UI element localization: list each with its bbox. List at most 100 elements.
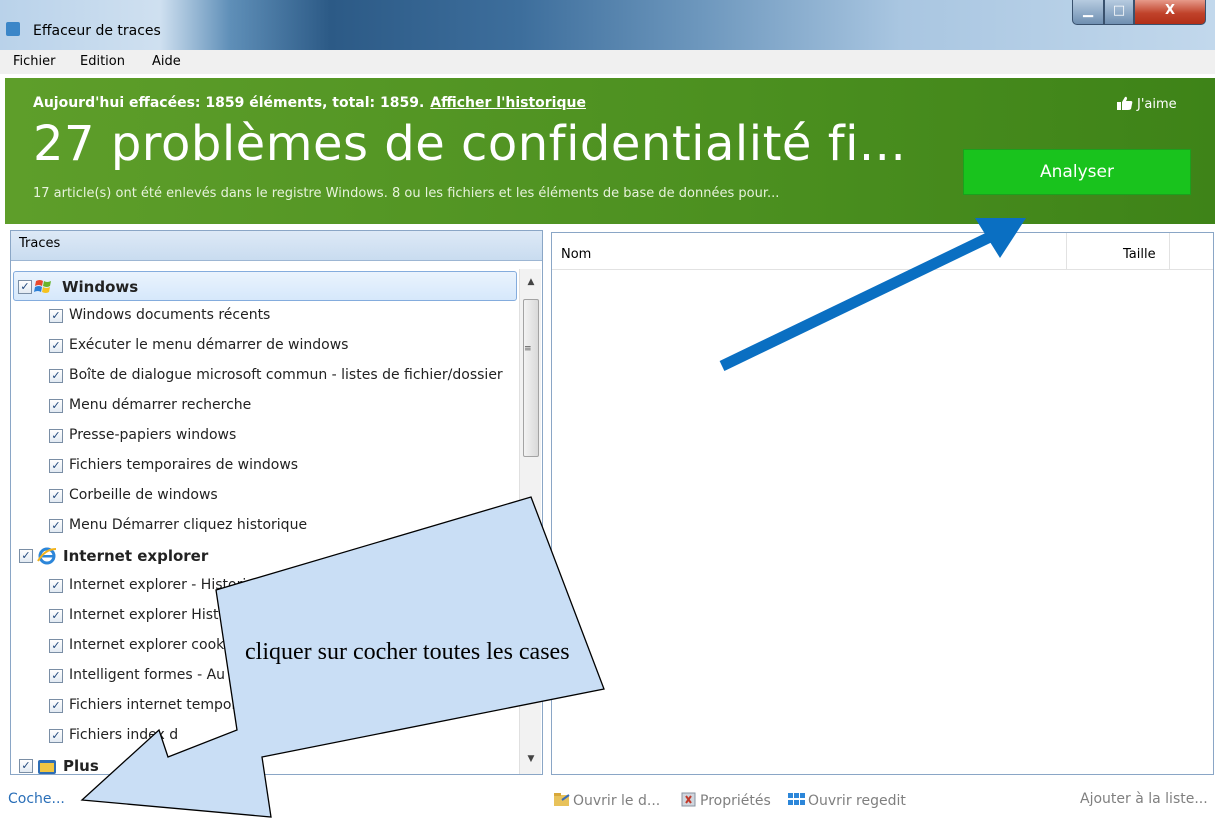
tree-item[interactable]: ✓ Fichiers temporaires de windows [11, 451, 519, 481]
menu-aide[interactable]: Aide [152, 54, 181, 69]
checkbox-checked[interactable]: ✓ [49, 519, 63, 533]
tree-item[interactable]: ✓ Menu Démarrer cliquez historique [11, 511, 519, 541]
traces-tree[interactable]: ✓ Windows ✓ Windows documents récents ✓ Ex… [11, 269, 519, 774]
check-all-link[interactable]: Coche... [8, 791, 65, 807]
tree-item-label: Presse-papiers windows [69, 427, 237, 443]
tree-group-label: Internet explorer [63, 547, 209, 565]
open-regedit-button[interactable]: Ouvrir regedit [788, 791, 906, 809]
status-banner: Aujourd'hui effacées: 1859 éléments, tot… [5, 78, 1215, 224]
tree-group-plus[interactable]: ✓ Plus [11, 751, 519, 774]
checkbox-checked[interactable]: ✓ [19, 549, 33, 563]
tree-group-internet-explorer[interactable]: ✓ Internet explorer [11, 541, 519, 571]
tree-item[interactable]: ✓ Exécuter le menu démarrer de windows [11, 331, 519, 361]
internet-explorer-icon [37, 547, 57, 565]
tree-item[interactable]: ✓ Boîte de dialogue microsoft commun - li… [11, 361, 519, 391]
tree-item[interactable]: ✓ Presse-papiers windows [11, 421, 519, 451]
scroll-thumb[interactable] [523, 299, 539, 457]
close-button[interactable]: X [1134, 0, 1206, 25]
callout-text: cliquer sur cocher toutes les cases [245, 639, 570, 665]
like-button[interactable]: J'aime [1117, 96, 1177, 112]
open-folder-button[interactable]: Ouvrir le d... [553, 791, 660, 809]
open-folder-icon [554, 793, 570, 806]
scroll-up-icon[interactable]: ▲ [524, 277, 538, 289]
tree-group-label: Windows [62, 278, 139, 296]
traces-panel: Traces ✓ Windows ✓ Windows documents réce… [10, 230, 543, 775]
open-folder-label: Ouvrir le d... [573, 793, 661, 809]
tree-item-label: Fichiers internet tempor [69, 697, 238, 713]
app-icon [6, 22, 20, 36]
maximize-button[interactable]: □ [1104, 0, 1134, 25]
results-panel: Nom Taille [551, 232, 1214, 775]
results-column-header: Nom Taille [552, 233, 1213, 270]
tree-item-label: Intelligent formes - Au [69, 667, 226, 683]
tree-item-label: Internet explorer cookies [69, 637, 245, 653]
checkbox-checked[interactable]: ✓ [49, 639, 63, 653]
tree-item[interactable]: ✓ Internet explorer - Historique d'URL [11, 571, 519, 601]
properties-icon [681, 792, 696, 807]
banner-subtext: 17 article(s) ont été enlevés dans le re… [33, 186, 780, 201]
title-bar: Effaceur de traces ▁ □ X [0, 0, 1215, 50]
open-regedit-label: Ouvrir regedit [808, 793, 906, 809]
column-divider[interactable] [1066, 233, 1067, 270]
checkbox-checked[interactable]: ✓ [49, 429, 63, 443]
checkbox-checked[interactable]: ✓ [49, 669, 63, 683]
bottom-toolbar: Coche... Cochez par Ouvrir le d... Propr… [0, 780, 1215, 827]
menu-edition[interactable]: Edition [80, 54, 125, 69]
tree-item-label: Windows documents récents [69, 307, 271, 323]
app-window: Effaceur de traces ▁ □ X Fichier Edition… [0, 0, 1215, 827]
column-taille[interactable]: Taille [1123, 247, 1156, 262]
checkbox-checked[interactable]: ✓ [49, 609, 63, 623]
checkbox-checked[interactable]: ✓ [49, 369, 63, 383]
column-divider[interactable] [1169, 233, 1170, 270]
banner-headline: 27 problèmes de confidentialité fi... [33, 116, 907, 172]
check-by-link[interactable]: Cochez par [181, 791, 260, 807]
properties-label: Propriétés [700, 793, 771, 809]
scroll-down-icon[interactable]: ▼ [524, 754, 538, 766]
checkbox-checked[interactable]: ✓ [49, 489, 63, 503]
window-title: Effaceur de traces [33, 23, 161, 39]
tree-item[interactable]: ✓ Corbeille de windows [11, 481, 519, 511]
folder-icon [38, 760, 56, 774]
tree-item[interactable]: ✓ Internet explorer Historique [11, 601, 519, 631]
tree-item-label: Fichiers temporaires de windows [69, 457, 299, 473]
checkbox-checked[interactable]: ✓ [49, 339, 63, 353]
menu-bar: Fichier Edition Aide [0, 50, 1215, 74]
checkbox-checked[interactable]: ✓ [49, 729, 63, 743]
minimize-button[interactable]: ▁ [1072, 0, 1104, 25]
tree-item-label: Boîte de dialogue microsoft commun - lis… [69, 367, 503, 383]
checkbox-checked[interactable]: ✓ [49, 579, 63, 593]
add-to-list-link[interactable]: Ajouter à la liste... [1080, 791, 1208, 807]
checkbox-checked[interactable]: ✓ [49, 459, 63, 473]
tree-item-label: Internet explorer Historique [69, 607, 264, 623]
checkbox-checked[interactable]: ✓ [19, 759, 33, 773]
tree-item[interactable]: ✓ Fichiers index d [11, 721, 519, 751]
traces-header: Traces [11, 231, 542, 261]
tree-item-label: Fichiers index d [69, 727, 179, 743]
tree-item[interactable]: ✓ Fichiers internet tempor [11, 691, 519, 721]
banner-stats: Aujourd'hui effacées: 1859 éléments, tot… [33, 95, 425, 111]
checkbox-checked[interactable]: ✓ [18, 280, 32, 294]
analyze-button[interactable]: Analyser [963, 149, 1191, 195]
tree-item[interactable]: ✓ Menu démarrer recherche [11, 391, 519, 421]
thumbs-up-icon [1117, 96, 1133, 110]
regedit-icon [788, 793, 805, 805]
menu-fichier[interactable]: Fichier [13, 54, 56, 69]
column-nom[interactable]: Nom [561, 247, 591, 262]
tree-item-label: Exécuter le menu démarrer de windows [69, 337, 349, 353]
history-link[interactable]: Afficher l'historique [430, 95, 586, 111]
tree-item-label: Menu Démarrer cliquez historique [69, 517, 308, 533]
checkbox-checked[interactable]: ✓ [49, 699, 63, 713]
checkbox-checked[interactable]: ✓ [49, 399, 63, 413]
banner-stats-line: Aujourd'hui effacées: 1859 éléments, tot… [33, 95, 586, 111]
traces-scrollbar[interactable]: ▲ ≡ ▼ [519, 269, 541, 774]
tree-group-windows[interactable]: ✓ Windows [13, 271, 517, 301]
properties-button[interactable]: Propriétés [680, 791, 771, 809]
tree-item[interactable]: ✓ Windows documents récents [11, 301, 519, 331]
like-label: J'aime [1137, 97, 1177, 112]
tree-item-label: Corbeille de windows [69, 487, 218, 503]
windows-logo-icon [34, 280, 51, 293]
tree-item-label: Internet explorer - Historique d'URL [69, 577, 318, 593]
tree-item-label: Menu démarrer recherche [69, 397, 252, 413]
scroll-grip-icon: ≡ [524, 344, 532, 354]
checkbox-checked[interactable]: ✓ [49, 309, 63, 323]
